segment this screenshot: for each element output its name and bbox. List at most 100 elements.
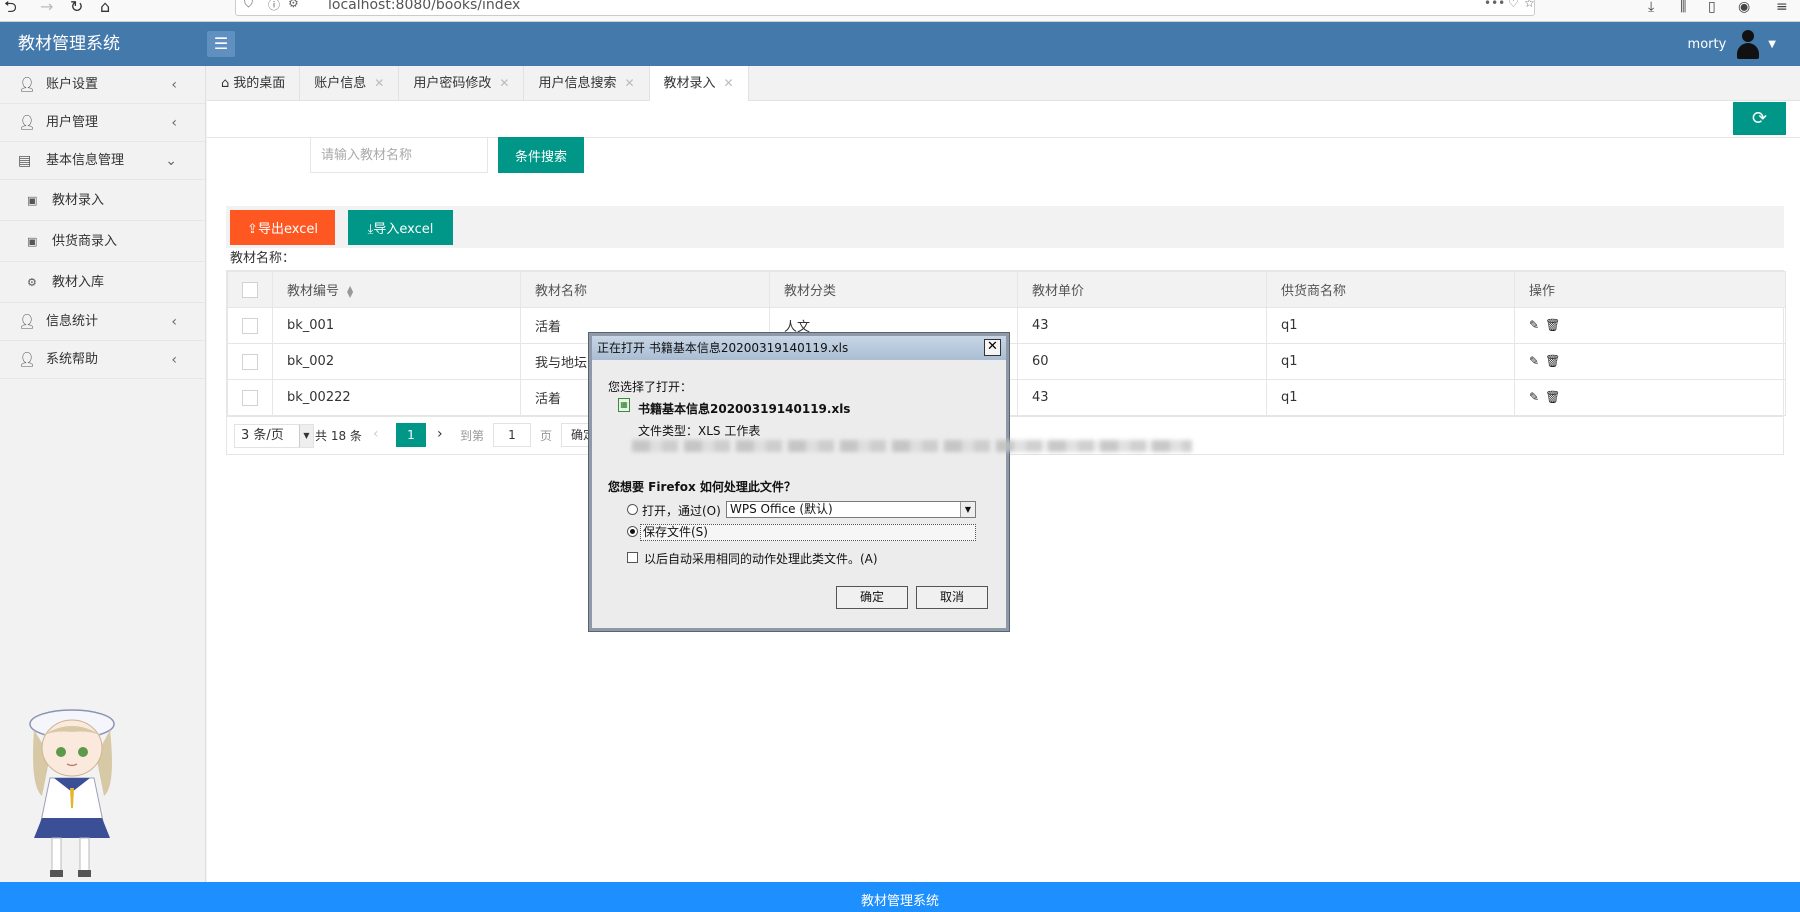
sidebar-item-account-settings[interactable]: 👤︎ 账户设置 ‹ (0, 66, 205, 104)
pocket-icon[interactable]: ♡ (1508, 0, 1519, 10)
user-icon: 👤︎ (18, 77, 36, 93)
download-icon[interactable]: ⤓ (1648, 0, 1654, 14)
dialog-close-button[interactable]: ✕ (984, 339, 1001, 356)
user-icon: 👤︎ (18, 314, 36, 330)
dialog-ok-button[interactable]: 确定 (836, 586, 908, 609)
tab-user-search[interactable]: 用户信息搜索 ✕ (524, 66, 650, 101)
current-page-button[interactable]: 1 (396, 423, 426, 447)
bookmark-star-icon[interactable]: ☆ (1524, 0, 1535, 10)
row-checkbox[interactable] (242, 317, 258, 334)
close-icon[interactable]: ✕ (499, 76, 509, 90)
cell-actions: ✎ 🗑︎ (1514, 379, 1786, 416)
chevron-left-icon: ‹ (171, 115, 177, 131)
file-type-label: 文件类型： (638, 424, 699, 438)
edit-icon[interactable]: ✎ (1529, 318, 1539, 332)
app-header: 教材管理系统 ☰ morty ▼ (0, 22, 1800, 66)
hamburger-icon[interactable]: ≡ (1776, 0, 1788, 14)
cell-price: 43 (1017, 307, 1267, 344)
sidebar-item-help[interactable]: 👤︎ 系统帮助 ‹ (0, 341, 205, 379)
caret-down-icon: ▼ (299, 425, 313, 447)
doc-icon: ▣ (27, 235, 38, 248)
total-count: 共 18 条 (315, 429, 362, 443)
column-header-actions: 操作 (1514, 271, 1786, 308)
column-header-id[interactable]: 教材编号 ▲ ▼ (272, 271, 521, 308)
row-checkbox[interactable] (242, 353, 258, 370)
sidebar-item-label: 账户设置 (46, 77, 99, 92)
sidebar-icon[interactable]: ▯ (1708, 0, 1716, 14)
tab-label: 用户密码修改 (413, 76, 492, 91)
search-button[interactable]: 条件搜索 (498, 137, 584, 173)
library-icon[interactable]: ⫼ (1680, 0, 1686, 14)
save-file-radio[interactable] (627, 526, 638, 537)
dialog-cancel-button[interactable]: 取消 (916, 586, 988, 609)
trash-icon[interactable]: 🗑︎ (1545, 318, 1560, 332)
export-label: 导出excel (257, 222, 318, 237)
info-icon[interactable]: ⓘ (268, 0, 280, 13)
user-menu[interactable]: morty ▼ (1688, 22, 1776, 66)
sidebar-item-user-management[interactable]: 👤︎ 用户管理 ‹ (0, 104, 205, 142)
refresh-button[interactable]: ⟳ (1733, 102, 1786, 135)
sidebar-subitem-book-stock-in[interactable]: ⚙ 教材入库 (0, 262, 205, 303)
tab-desktop[interactable]: ⌂ 我的桌面 (207, 66, 301, 101)
import-excel-button[interactable]: ⤓导入excel (348, 210, 453, 245)
cell-supplier: q1 (1266, 343, 1515, 380)
trash-icon[interactable]: 🗑︎ (1545, 390, 1560, 404)
forward-icon[interactable]: → (40, 0, 53, 15)
close-icon[interactable]: ✕ (624, 76, 634, 90)
chevron-left-icon: ‹ (171, 314, 177, 330)
save-file-option[interactable]: 保存文件(S) (640, 524, 976, 541)
goto-page-input[interactable]: 1 (493, 423, 531, 447)
dialog-body: 您选择了打开： ▦ 书籍基本信息20200319140119.xls 文件类型：… (592, 360, 1192, 628)
open-with-label: 打开，通过(O) (642, 504, 721, 518)
home-icon[interactable]: ⌂ (100, 0, 110, 15)
form-icon: ▤ (18, 153, 32, 169)
close-icon[interactable]: ✕ (724, 76, 734, 90)
table-header-row: 教材编号 ▲ ▼ 教材名称 教材分类 教材单价 供货商名称 操作 (227, 271, 1786, 308)
account-icon[interactable]: ◉ (1738, 0, 1750, 14)
sidebar-subitem-book-entry[interactable]: ▣ 教材录入 (0, 180, 205, 221)
cell-id: bk_002 (272, 343, 521, 380)
url-bar[interactable]: ⛉ ⓘ ⚙ localhost:8080/books/index ••• ♡ ☆ (235, 0, 1535, 16)
cell-actions: ✎ 🗑︎ (1514, 307, 1786, 344)
auto-action-checkbox[interactable] (627, 552, 638, 563)
tab-account-info[interactable]: 账户信息 ✕ (300, 66, 400, 101)
edit-icon[interactable]: ✎ (1529, 354, 1539, 368)
user-icon: 👤︎ (18, 352, 36, 368)
sidebar-item-statistics[interactable]: 👤︎ 信息统计 ‹ (0, 303, 205, 341)
cell-actions: ✎ 🗑︎ (1514, 343, 1786, 380)
user-icon: 👤︎ (18, 115, 36, 131)
permissions-icon[interactable]: ⚙ (288, 0, 299, 10)
sidebar-subitem-supplier-entry[interactable]: ▣ 供货商录入 (0, 221, 205, 262)
prev-page-icon[interactable]: ‹ (373, 426, 379, 442)
select-all-checkbox[interactable] (242, 281, 258, 298)
dialog-title-bar[interactable]: 正在打开 书籍基本信息20200319140119.xls ✕ (592, 336, 1006, 360)
page-size-select[interactable]: 3 条/页 ▼ (234, 424, 314, 448)
tab-book-entry[interactable]: 教材录入 ✕ (649, 66, 749, 102)
row-checkbox-cell (227, 379, 273, 416)
open-with-radio[interactable] (627, 504, 638, 515)
book-name-search-input[interactable] (310, 137, 488, 173)
next-page-icon[interactable]: › (437, 426, 443, 442)
close-icon[interactable]: ✕ (374, 76, 384, 90)
you-chose-label: 您选择了打开： (608, 380, 693, 394)
export-excel-button[interactable]: ⇪导出excel (230, 210, 335, 245)
sort-icon[interactable]: ▲ ▼ (347, 284, 353, 298)
more-icon[interactable]: ••• (1484, 0, 1505, 10)
chevron-left-icon: ‹ (171, 352, 177, 368)
sidebar-item-label: 基本信息管理 (46, 153, 125, 168)
sidebar-item-basic-info[interactable]: ▤ 基本信息管理 ⌄ (0, 142, 205, 180)
reload-icon[interactable]: ↻ (70, 0, 83, 15)
row-checkbox-cell (227, 307, 273, 344)
tab-label: 教材录入 (663, 76, 716, 91)
menu-toggle-button[interactable]: ☰ (207, 31, 235, 57)
trash-icon[interactable]: 🗑︎ (1545, 354, 1560, 368)
back-icon[interactable]: ⮌ (4, 0, 17, 15)
import-label: 导入excel (373, 222, 434, 237)
tab-bar: ⌂ 我的桌面 账户信息 ✕ 用户密码修改 ✕ 用户信息搜索 ✕ 教材录入 ✕ (207, 66, 1800, 102)
row-checkbox[interactable] (242, 389, 258, 406)
edit-icon[interactable]: ✎ (1529, 390, 1539, 404)
tab-password-change[interactable]: 用户密码修改 ✕ (399, 66, 525, 101)
file-name: 书籍基本信息20200319140119.xls (638, 402, 851, 416)
open-with-app-select[interactable]: WPS Office (默认) ▼ (726, 501, 976, 518)
app-logo[interactable]: 教材管理系统 (0, 22, 206, 66)
